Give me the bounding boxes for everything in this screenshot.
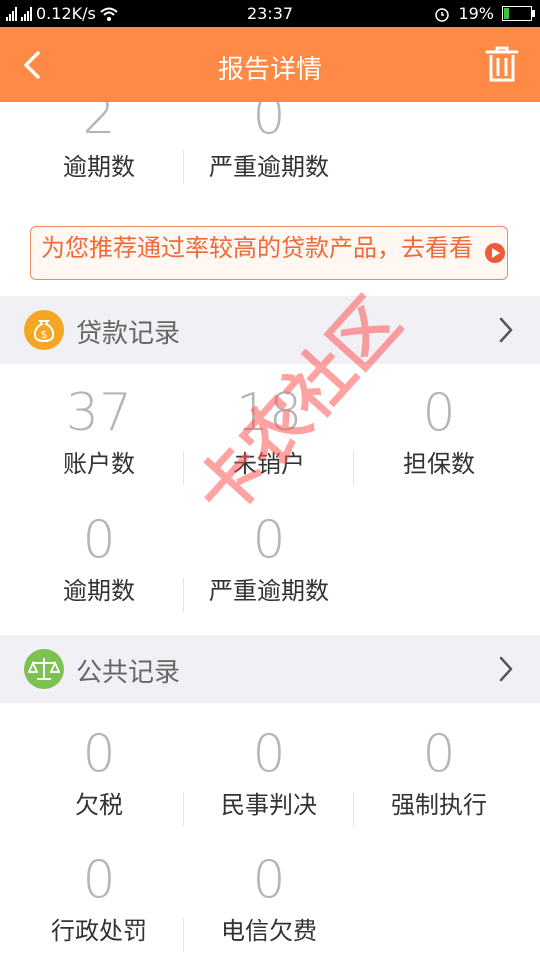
chevron-right-icon — [499, 317, 513, 343]
stat-label: 强制执行 — [391, 791, 487, 819]
report-content[interactable]: 2 逾期数 0 严重逾期数 为您推荐通过率较高的贷款产品，去看看 $ 贷款记录 … — [0, 102, 540, 960]
page-title: 报告详情 — [217, 55, 322, 85]
top-stat-overdue: 2 逾期数 — [14, 102, 184, 182]
stat-value: 0 — [252, 724, 286, 784]
delete-button[interactable] — [482, 43, 522, 85]
status-right: 19% — [434, 4, 535, 23]
stat-value: 0 — [82, 724, 116, 784]
top-stat-serious-overdue: 0 严重逾期数 — [184, 102, 354, 182]
stat-value: 0 — [422, 383, 456, 443]
stat-label: 担保数 — [403, 450, 475, 478]
scale-icon — [24, 649, 64, 689]
banner-text: 为您推荐通过率较高的贷款产品，去看看 — [41, 234, 473, 262]
stat-label: 欠税 — [75, 791, 123, 819]
stat-label: 严重逾期数 — [209, 577, 329, 605]
loan-stat-overdue: 0 逾期数 — [14, 512, 184, 606]
stat-value: 37 — [65, 383, 133, 443]
stat-value: 0 — [82, 850, 116, 910]
svg-text:$: $ — [41, 328, 48, 341]
loan-section-header[interactable]: $ 贷款记录 — [0, 296, 540, 364]
stat-label: 民事判决 — [221, 791, 317, 819]
public-stat-telecom: 0 电信欠费 — [184, 852, 354, 946]
stat-value: 2 — [82, 102, 116, 146]
stat-label: 电信欠费 — [221, 917, 317, 945]
public-stat-enforcement: 0 强制执行 — [354, 726, 524, 820]
chevron-right-icon — [499, 656, 513, 682]
stat-value: 18 — [235, 383, 303, 443]
money-bag-icon: $ — [24, 310, 64, 350]
loan-section-title: 贷款记录 — [76, 319, 181, 349]
public-stat-civil: 0 民事判决 — [184, 726, 354, 820]
stat-label: 行政处罚 — [51, 917, 147, 945]
stat-label: 逾期数 — [63, 153, 135, 181]
alarm-icon — [435, 7, 450, 22]
battery-icon — [502, 6, 535, 21]
stat-label: 账户数 — [63, 450, 135, 478]
status-bar: 0.12K/s 23:37 19% — [0, 0, 540, 27]
stat-value: 0 — [422, 724, 456, 784]
stat-value: 0 — [82, 510, 116, 570]
stat-label: 严重逾期数 — [209, 153, 329, 181]
loan-stat-guarantee: 0 担保数 — [354, 385, 524, 479]
stat-value: 0 — [252, 510, 286, 570]
stat-label: 未销户 — [233, 450, 305, 478]
stat-value: 0 — [252, 850, 286, 910]
stat-label: 逾期数 — [63, 577, 135, 605]
loan-stat-serious-overdue: 0 严重逾期数 — [184, 512, 354, 606]
loan-stat-open: 18 未销户 — [184, 385, 354, 479]
public-stat-tax: 0 欠税 — [14, 726, 184, 820]
stat-value: 0 — [252, 102, 286, 146]
loan-stat-accounts: 37 账户数 — [14, 385, 184, 479]
play-icon — [485, 243, 505, 263]
trash-icon — [485, 46, 519, 82]
public-stat-admin-penalty: 0 行政处罚 — [14, 852, 184, 946]
public-section-header[interactable]: 公共记录 — [0, 635, 540, 703]
public-section-title: 公共记录 — [76, 658, 181, 688]
loan-recommend-banner[interactable]: 为您推荐通过率较高的贷款产品，去看看 — [30, 226, 508, 280]
battery-percent: 19% — [458, 4, 494, 23]
app-header: 报告详情 — [0, 27, 540, 102]
